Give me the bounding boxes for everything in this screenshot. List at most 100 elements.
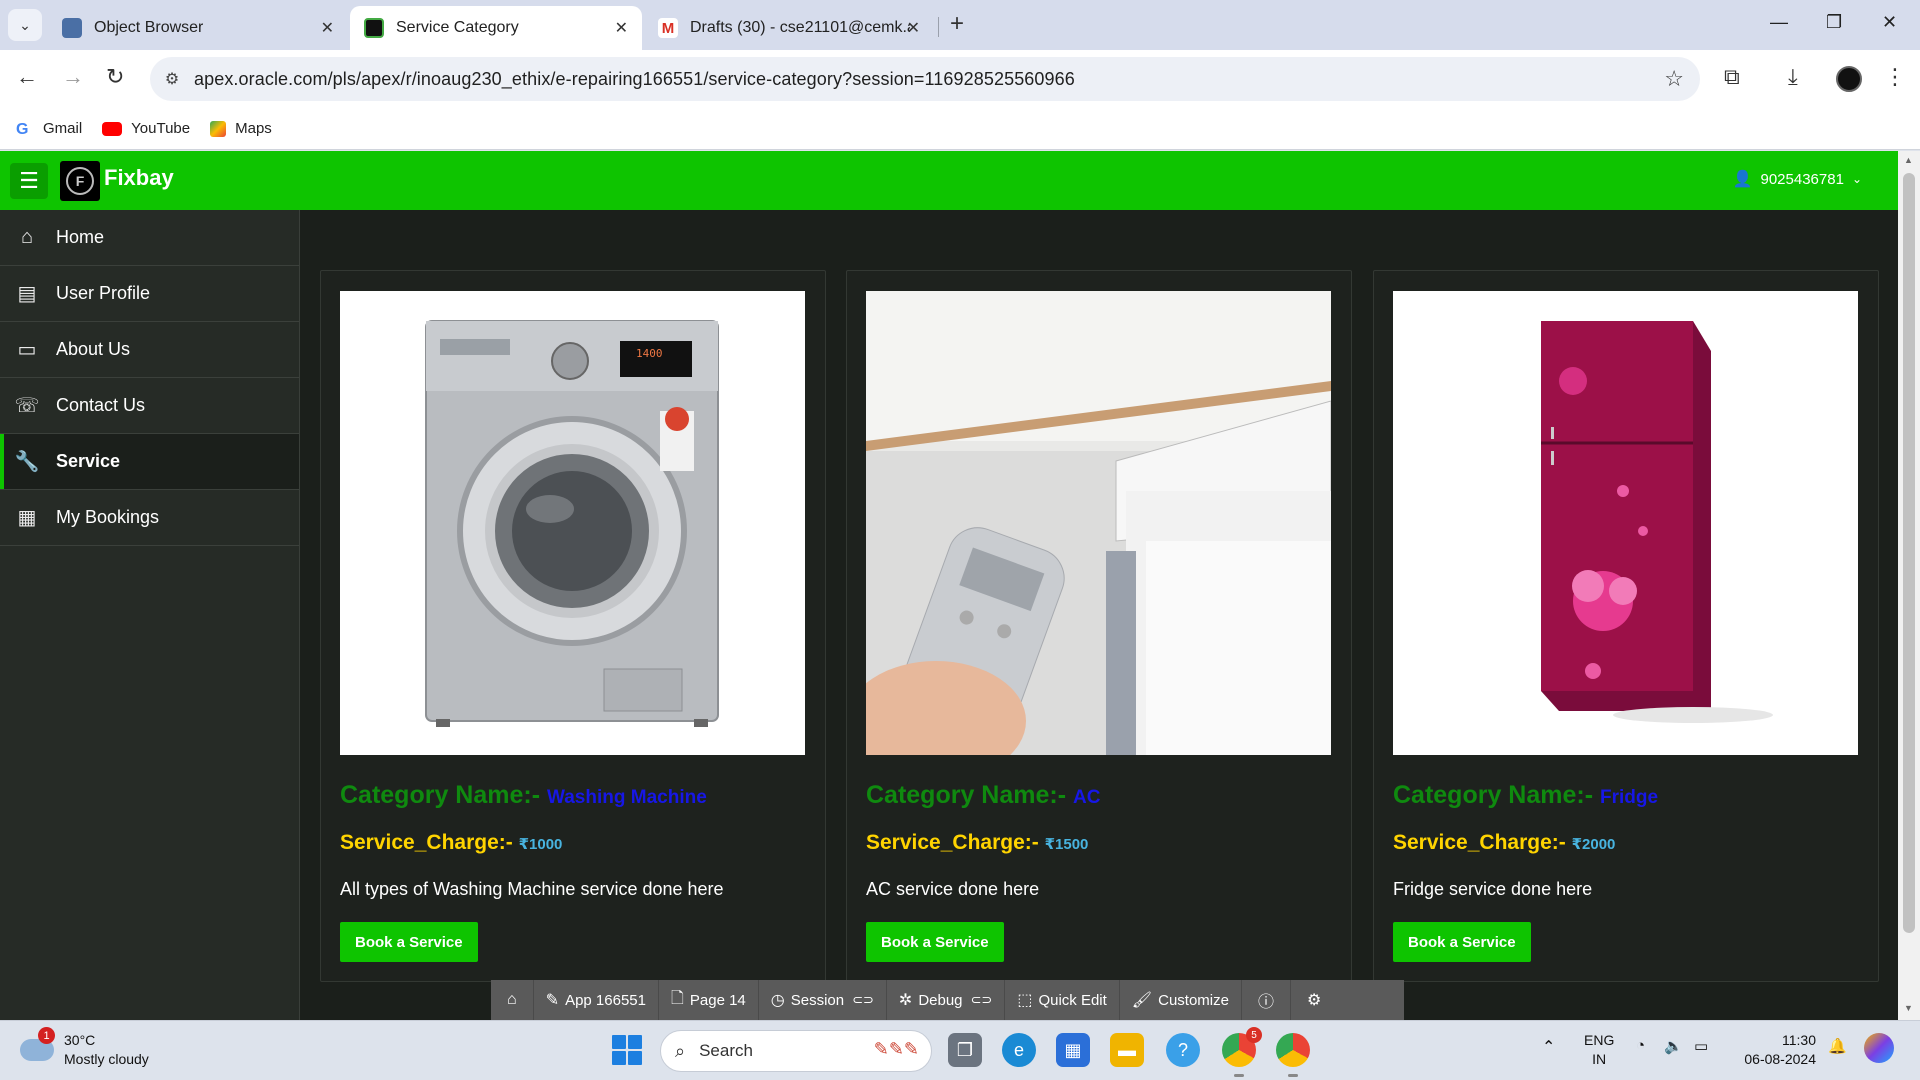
washing-machine-image: 1400 [340,291,805,755]
close-icon[interactable]: ✕ [615,18,628,38]
restore-button[interactable]: ❐ [1826,12,1842,33]
wifi-icon[interactable]: ◔ [1636,1037,1645,1054]
tab-label: Drafts (30) - cse21101@cemk.ac [690,19,910,36]
info-icon: ⓘ [1257,994,1274,1011]
bookmark-gmail[interactable]: G Gmail [16,120,82,138]
bookmark-youtube[interactable]: YouTube [102,120,190,137]
bookmark-star-icon[interactable]: ☆ [1664,66,1684,92]
profile-avatar[interactable] [1836,66,1862,92]
service-card-washing-machine: 1400 Category Name:- Washing Machine Ser [320,270,826,982]
sidebar-item-my-bookings[interactable]: ▦ My Bookings [0,490,299,546]
bug-icon: ✲ [898,992,913,1009]
dev-app-button[interactable]: ✎ App 166551 [534,980,659,1020]
tab-search-button[interactable]: ⌄ [8,9,42,41]
apex-app: ☰ F Fixbay 👤 9025436781 ⌄ ⌂ Home ▤ User … [0,151,1898,1020]
sidebar-item-service[interactable]: 🔧 Service [0,434,299,490]
tab-gmail-drafts[interactable]: M Drafts (30) - cse21101@cemk.ac ✕ [644,6,934,50]
scroll-down-icon[interactable]: ▼ [1904,1003,1913,1013]
toggle-icon: ⊂⊃ [970,992,993,1007]
service-charge: Service_Charge:- ₹2000 [1393,831,1615,855]
service-charge: Service_Charge:- ₹1000 [340,831,562,855]
category-value: Fridge [1600,787,1659,808]
dev-label: Session [790,991,845,1009]
app-logo[interactable]: F [60,161,100,201]
about-us-icon: ▭ [17,339,37,361]
new-tab-button[interactable]: + [950,10,964,38]
tab-label: Object Browser [94,19,204,36]
windows-taskbar: 1 30°C Mostly cloudy ⌕ Search ✎✎✎ ❐ e ▦ … [0,1020,1920,1080]
home-icon: ⌂ [507,991,517,1008]
close-icon[interactable]: ✕ [907,18,920,38]
copilot-icon[interactable] [1864,1033,1894,1063]
service-card-ac: Category Name:- AC Service_Charge:- ₹150… [846,270,1352,982]
dev-home-button[interactable]: ⌂ [491,980,534,1020]
clock[interactable]: 11:30 06-08-2024 [1738,1031,1816,1069]
menu-toggle-button[interactable]: ☰ [10,163,48,199]
back-button[interactable]: ← [16,64,38,90]
dev-label: Quick Edit [1038,991,1107,1009]
weather-badge: 1 [38,1027,55,1044]
reload-button[interactable]: ↻ [106,64,124,90]
edit-icon: ✎ [545,992,560,1009]
more-menu-icon[interactable]: ⋮ [1884,64,1906,90]
site-settings-icon[interactable]: ⚙ [150,69,194,89]
sidebar-item-contact-us[interactable]: ☏ Contact Us [0,378,299,434]
store-icon[interactable]: ▦ [1056,1033,1090,1067]
category-name: Category Name:- Washing Machine [340,781,707,810]
book-service-button[interactable]: Book a Service [1393,922,1531,962]
user-menu[interactable]: 👤 9025436781 ⌄ [1733,169,1862,189]
maps-icon [210,120,227,137]
book-service-button[interactable]: Book a Service [866,922,1004,962]
volume-icon[interactable]: 🔈 [1664,1037,1683,1055]
scroll-up-icon[interactable]: ▲ [1904,155,1913,165]
sidebar-item-about-us[interactable]: ▭ About Us [0,322,299,378]
book-service-button[interactable]: Book a Service [340,922,478,962]
dev-session-button[interactable]: ◷ Session ⊂⊃ [759,980,887,1020]
charge-value: ₹1500 [1044,836,1089,853]
edge-icon[interactable]: e [1002,1033,1036,1067]
notification-bell-icon[interactable]: 🔔 [1828,1037,1847,1055]
dev-page-button[interactable]: 🗋 Page 14 [659,980,759,1020]
sidebar-item-user-profile[interactable]: ▤ User Profile [0,266,299,322]
minimize-button[interactable]: — [1770,12,1788,33]
dev-customize-button[interactable]: 🖌 Customize [1120,980,1242,1020]
helper-app-icon[interactable]: ? [1166,1033,1200,1067]
wrench-icon: 🔧 [14,451,40,473]
forward-button[interactable]: → [62,64,84,90]
battery-icon[interactable]: ▭ [1694,1037,1708,1055]
search-highlight-icon: ✎✎✎ [873,1039,919,1059]
dev-settings-button[interactable]: ⚙ [1291,980,1337,1020]
sidebar-item-label: Home [56,227,105,247]
close-window-button[interactable]: ✕ [1882,12,1897,33]
task-view-icon[interactable]: ❐ [948,1033,982,1067]
page-scrollbar[interactable]: ▲ ▼ [1898,151,1920,1020]
tray-overflow-icon[interactable]: ⌃ [1542,1037,1555,1057]
sidebar-item-home[interactable]: ⌂ Home [0,210,299,266]
gmail-favicon-icon: M [658,18,678,38]
dev-quick-edit-button[interactable]: ⬚ Quick Edit [1005,980,1120,1020]
app-brand[interactable]: Fixbay [104,165,174,191]
weather-widget[interactable]: 1 30°C Mostly cloudy [20,1027,149,1069]
tab-service-category[interactable]: Service Category ✕ [350,6,642,50]
start-button[interactable] [612,1035,642,1065]
lang-line1: ENG [1584,1032,1615,1048]
dev-debug-button[interactable]: ✲ Debug ⊂⊃ [887,980,1006,1020]
language-indicator[interactable]: ENG IN [1584,1031,1614,1069]
extensions-icon[interactable]: ⧉ [1724,64,1740,90]
bookmark-maps[interactable]: Maps [210,120,272,137]
tab-object-browser[interactable]: Object Browser ✕ [48,6,348,50]
download-icon[interactable]: ⤓ [1788,64,1798,90]
youtube-icon [102,121,123,136]
taskbar-search[interactable]: ⌕ Search ✎✎✎ [660,1030,932,1072]
brush-icon: 🖌 [1131,992,1153,1009]
chrome-icon[interactable] [1276,1033,1310,1077]
file-explorer-icon[interactable]: ▬ [1110,1033,1144,1067]
user-profile-icon: ▤ [17,283,37,305]
chrome-badge: 5 [1246,1027,1262,1043]
chrome-profile-icon[interactable]: 5 [1222,1027,1262,1077]
address-bar[interactable]: ⚙ apex.oracle.com/pls/apex/r/inoaug230_e… [150,57,1700,101]
dev-info-button[interactable]: ⓘ [1242,980,1291,1020]
close-icon[interactable]: ✕ [321,18,334,38]
scroll-thumb[interactable] [1903,173,1915,933]
weather-temp: 30°C [64,1032,96,1048]
